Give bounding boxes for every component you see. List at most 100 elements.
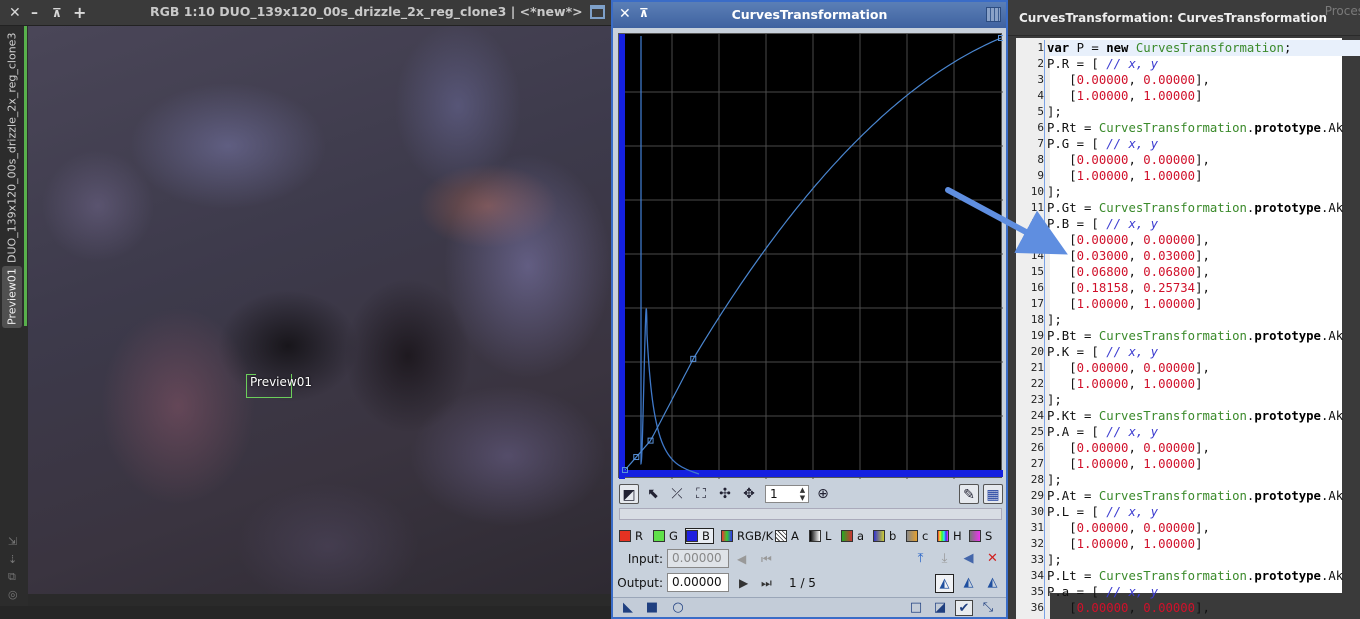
maximize-icon[interactable]: [590, 5, 605, 19]
code-line[interactable]: [0.00000, 0.00000],: [1047, 440, 1360, 456]
code-line[interactable]: P.At = CurvesTransformation.prototype.Ak: [1047, 488, 1360, 504]
code-line[interactable]: [0.00000, 0.00000],: [1047, 72, 1360, 88]
channel-label: H: [953, 529, 962, 543]
channel-cie-b[interactable]: b: [873, 528, 896, 544]
minimize-icon[interactable]: –: [31, 3, 38, 23]
code-line[interactable]: P.B = [ // x, y: [1047, 216, 1360, 232]
channel-label: A: [791, 529, 799, 543]
channel-l[interactable]: L: [809, 528, 831, 544]
code-line[interactable]: [0.00000, 0.00000],: [1047, 152, 1360, 168]
code-line[interactable]: [0.00000, 0.00000],: [1047, 232, 1360, 248]
pan-icon[interactable]: ✥: [739, 484, 759, 504]
track-view-icon[interactable]: ✔: [955, 600, 973, 616]
horizontal-scrollbar[interactable]: [619, 508, 1002, 520]
plus-icon[interactable]: +: [73, 3, 86, 23]
code-line[interactable]: [0.06800, 0.06800],: [1047, 264, 1360, 280]
code-line[interactable]: [0.00000, 0.00000],: [1047, 360, 1360, 376]
select-icon[interactable]: ⬉: [643, 484, 663, 504]
curve-graph[interactable]: [618, 33, 1003, 479]
delete-point-icon[interactable]: ⤫: [667, 484, 687, 504]
grid-icon[interactable]: ▦: [983, 484, 1003, 504]
channel-g[interactable]: G: [653, 528, 678, 544]
code-line[interactable]: [1.00000, 1.00000]: [1047, 536, 1360, 552]
code-line[interactable]: ];: [1047, 184, 1360, 200]
interp-linear-icon[interactable]: ◭: [983, 574, 1002, 593]
clone-icon[interactable]: ⧉: [8, 571, 22, 583]
edit-point-icon[interactable]: ◩: [619, 484, 639, 504]
input-field[interactable]: 0.00000: [667, 549, 729, 568]
code-line[interactable]: P.G = [ // x, y: [1047, 136, 1360, 152]
zoom-icon[interactable]: ⊕: [813, 484, 833, 504]
code-line[interactable]: ];: [1047, 552, 1360, 568]
apply-global-icon[interactable]: ■: [643, 600, 661, 616]
restore-icon[interactable]: ⤓: [935, 550, 954, 569]
zoom-spinner[interactable]: ▲ ▼: [797, 486, 808, 502]
code-line[interactable]: [0.03000, 0.03000],: [1047, 248, 1360, 264]
output-field[interactable]: 0.00000: [667, 573, 729, 592]
last-point-icon[interactable]: ⏭: [761, 576, 772, 591]
process-console-tab[interactable]: Proces: [1325, 4, 1360, 18]
settings-icon[interactable]: ◎: [8, 589, 22, 601]
first-point-icon[interactable]: ⏮: [761, 552, 772, 567]
realtime-preview-icon[interactable]: ○: [669, 600, 687, 616]
code-line[interactable]: P.a = [ // x, y: [1047, 584, 1360, 600]
code-line[interactable]: ];: [1047, 312, 1360, 328]
code-line[interactable]: P.K = [ // x, y: [1047, 344, 1360, 360]
channel-a[interactable]: A: [775, 528, 799, 544]
nebula-image[interactable]: [28, 26, 611, 594]
image-titlebar: ✕ – ⊼ + RGB 1:10 DUO_139x120_00s_drizzle…: [0, 0, 611, 26]
channel-b[interactable]: B: [685, 528, 714, 544]
code-line[interactable]: ];: [1047, 392, 1360, 408]
interp-akima-icon[interactable]: ◭: [935, 574, 954, 593]
histogram-left-bar: [619, 34, 625, 479]
channel-s[interactable]: S: [969, 528, 992, 544]
curve-graph-svg[interactable]: [619, 34, 1003, 479]
code-line[interactable]: P.Rt = CurvesTransformation.prototype.Ak: [1047, 120, 1360, 136]
arrow-down-left-icon[interactable]: ⇲: [8, 536, 22, 548]
code-line[interactable]: [1.00000, 1.00000]: [1047, 296, 1360, 312]
pencil-icon[interactable]: ✎: [959, 484, 979, 504]
browse-docs-icon[interactable]: □: [907, 600, 925, 616]
process-icon[interactable]: [986, 7, 1001, 22]
code-line[interactable]: P.A = [ // x, y: [1047, 424, 1360, 440]
code-line[interactable]: P.Lt = CurvesTransformation.prototype.Ak: [1047, 568, 1360, 584]
fit-view-icon[interactable]: ⛶: [691, 484, 711, 504]
interp-cubic-icon[interactable]: ◭: [959, 574, 978, 593]
channel-rgbk[interactable]: RGB/K: [721, 528, 773, 544]
code-line[interactable]: [1.00000, 1.00000]: [1047, 376, 1360, 392]
code-line[interactable]: [0.00000, 0.00000],: [1047, 600, 1360, 616]
script-title: CurvesTransformation: CurvesTransformati…: [1019, 11, 1328, 25]
collapse-icon[interactable]: ⇣: [8, 554, 22, 566]
edit-instance-icon[interactable]: ◪: [931, 600, 949, 616]
new-instance-icon[interactable]: ◣: [619, 600, 637, 616]
reset-instance-icon[interactable]: ⤡: [979, 600, 997, 616]
code-line[interactable]: [1.00000, 1.00000]: [1047, 168, 1360, 184]
code-line[interactable]: [0.00000, 0.00000],: [1047, 520, 1360, 536]
code-line[interactable]: ];: [1047, 472, 1360, 488]
code-line[interactable]: var P = new CurvesTransformation;: [1047, 40, 1360, 56]
code-line[interactable]: [1.00000, 1.00000]: [1047, 88, 1360, 104]
code-line[interactable]: P.L = [ // x, y: [1047, 504, 1360, 520]
tab-preview01[interactable]: Preview01: [2, 266, 22, 328]
channel-r[interactable]: R: [619, 528, 643, 544]
channel-cie-a[interactable]: a: [841, 528, 864, 544]
next-point-icon[interactable]: ▶: [739, 576, 748, 590]
store-icon[interactable]: ⤒: [911, 550, 930, 569]
code-line[interactable]: P.Bt = CurvesTransformation.prototype.Ak: [1047, 328, 1360, 344]
channel-c[interactable]: c: [906, 528, 928, 544]
code-line[interactable]: [1.00000, 1.00000]: [1047, 456, 1360, 472]
expand-icon[interactable]: ✣: [715, 484, 735, 504]
code-line[interactable]: ];: [1047, 104, 1360, 120]
tab-main-view[interactable]: DUO_139x120_00s_drizzle_2x_reg_clone3: [2, 33, 22, 263]
code-line[interactable]: P.Gt = CurvesTransformation.prototype.Ak: [1047, 200, 1360, 216]
reset-icon[interactable]: ✕: [983, 550, 1002, 569]
code-line[interactable]: P.R = [ // x, y: [1047, 56, 1360, 72]
shade-icon[interactable]: ⊼: [52, 3, 62, 23]
reverse-icon[interactable]: ◀: [959, 550, 978, 569]
channel-h[interactable]: H: [937, 528, 962, 544]
prev-point-icon[interactable]: ◀: [737, 552, 746, 566]
code-line[interactable]: P.Kt = CurvesTransformation.prototype.Ak: [1047, 408, 1360, 424]
line-number: 26: [1030, 441, 1044, 454]
code-line[interactable]: [0.18158, 0.25734],: [1047, 280, 1360, 296]
close-icon[interactable]: ✕: [9, 3, 21, 23]
